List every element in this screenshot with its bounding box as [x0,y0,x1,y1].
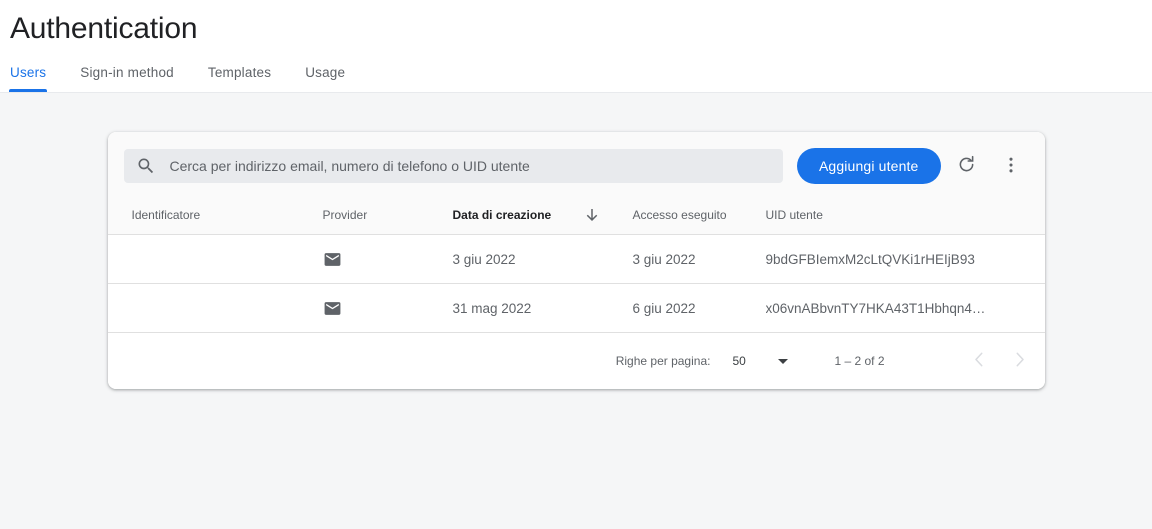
cell-provider [322,283,453,333]
rows-per-page-value: 50 [732,354,746,368]
rows-per-page-label: Righe per pagina: [615,354,711,368]
page-header: Authentication Users Sign-in method Temp… [0,0,1152,93]
add-user-button[interactable]: Aggiungi utente [796,148,941,184]
table-row[interactable]: 3 giu 2022 3 giu 2022 9bdGFBIemxM2cLtQVK… [107,234,1045,284]
column-header-identifier[interactable]: Identificatore [107,198,323,235]
users-table-head: Identificatore Provider Data di creazion… [107,198,1045,235]
previous-page-button[interactable] [963,344,997,378]
more-options-button[interactable] [993,148,1029,184]
next-page-button[interactable] [1003,344,1037,378]
arrow-downward-icon [583,206,601,224]
cell-signed-in: 6 giu 2022 [632,283,766,333]
refresh-icon [956,154,977,178]
email-icon [323,299,342,318]
pagination-range-label: 1 – 2 of 2 [834,354,885,368]
page-title: Authentication [10,12,198,45]
chevron-left-icon [969,349,990,373]
cell-spacer [582,234,633,284]
search-icon [136,156,156,176]
search-box[interactable] [123,149,783,183]
tab-users[interactable]: Users [8,65,48,92]
tab-templates[interactable]: Templates [208,65,271,92]
refresh-button[interactable] [949,148,985,184]
cell-identifier [107,283,323,333]
users-table: Identificatore Provider Data di creazion… [107,198,1045,333]
paginator: Righe per pagina: 50 1 – 2 of 2 [107,333,1045,389]
column-header-uid[interactable]: UID utente [765,198,1045,235]
search-input[interactable] [169,158,771,174]
cell-created: 31 mag 2022 [452,283,583,333]
email-icon [323,250,342,269]
cell-uid: 9bdGFBIemxM2cLtQVKi1rHEIjB93 [765,234,1045,284]
content-area: Aggiungi utente [0,93,1152,389]
tab-bar: Users Sign-in method Templates Usage [0,59,1152,92]
cell-uid: x06vnABbvnTY7HKA43T1Hbhqn4… [765,283,1045,333]
cell-signed-in: 3 giu 2022 [632,234,766,284]
rows-per-page-select[interactable]: 50 [732,354,789,368]
column-sort-indicator[interactable] [582,198,633,235]
column-header-provider[interactable]: Provider [322,198,453,235]
cell-created: 3 giu 2022 [452,234,583,284]
table-row[interactable]: 31 mag 2022 6 giu 2022 x06vnABbvnTY7HKA4… [107,283,1045,333]
users-toolbar: Aggiungi utente [107,132,1045,198]
more-vert-icon [1001,155,1021,178]
column-header-created[interactable]: Data di creazione [452,198,583,235]
chevron-right-icon [1009,349,1030,373]
users-table-body: 3 giu 2022 3 giu 2022 9bdGFBIemxM2cLtQVK… [107,234,1045,333]
tab-sign-in-method[interactable]: Sign-in method [80,65,174,92]
cell-spacer [582,283,633,333]
cell-provider [322,234,453,284]
tab-usage[interactable]: Usage [305,65,345,92]
chevron-down-icon [778,358,789,364]
users-card: Aggiungi utente [107,132,1045,389]
table-header-row: Identificatore Provider Data di creazion… [107,198,1045,235]
column-header-signed-in[interactable]: Accesso eseguito [632,198,766,235]
cell-identifier [107,234,323,284]
